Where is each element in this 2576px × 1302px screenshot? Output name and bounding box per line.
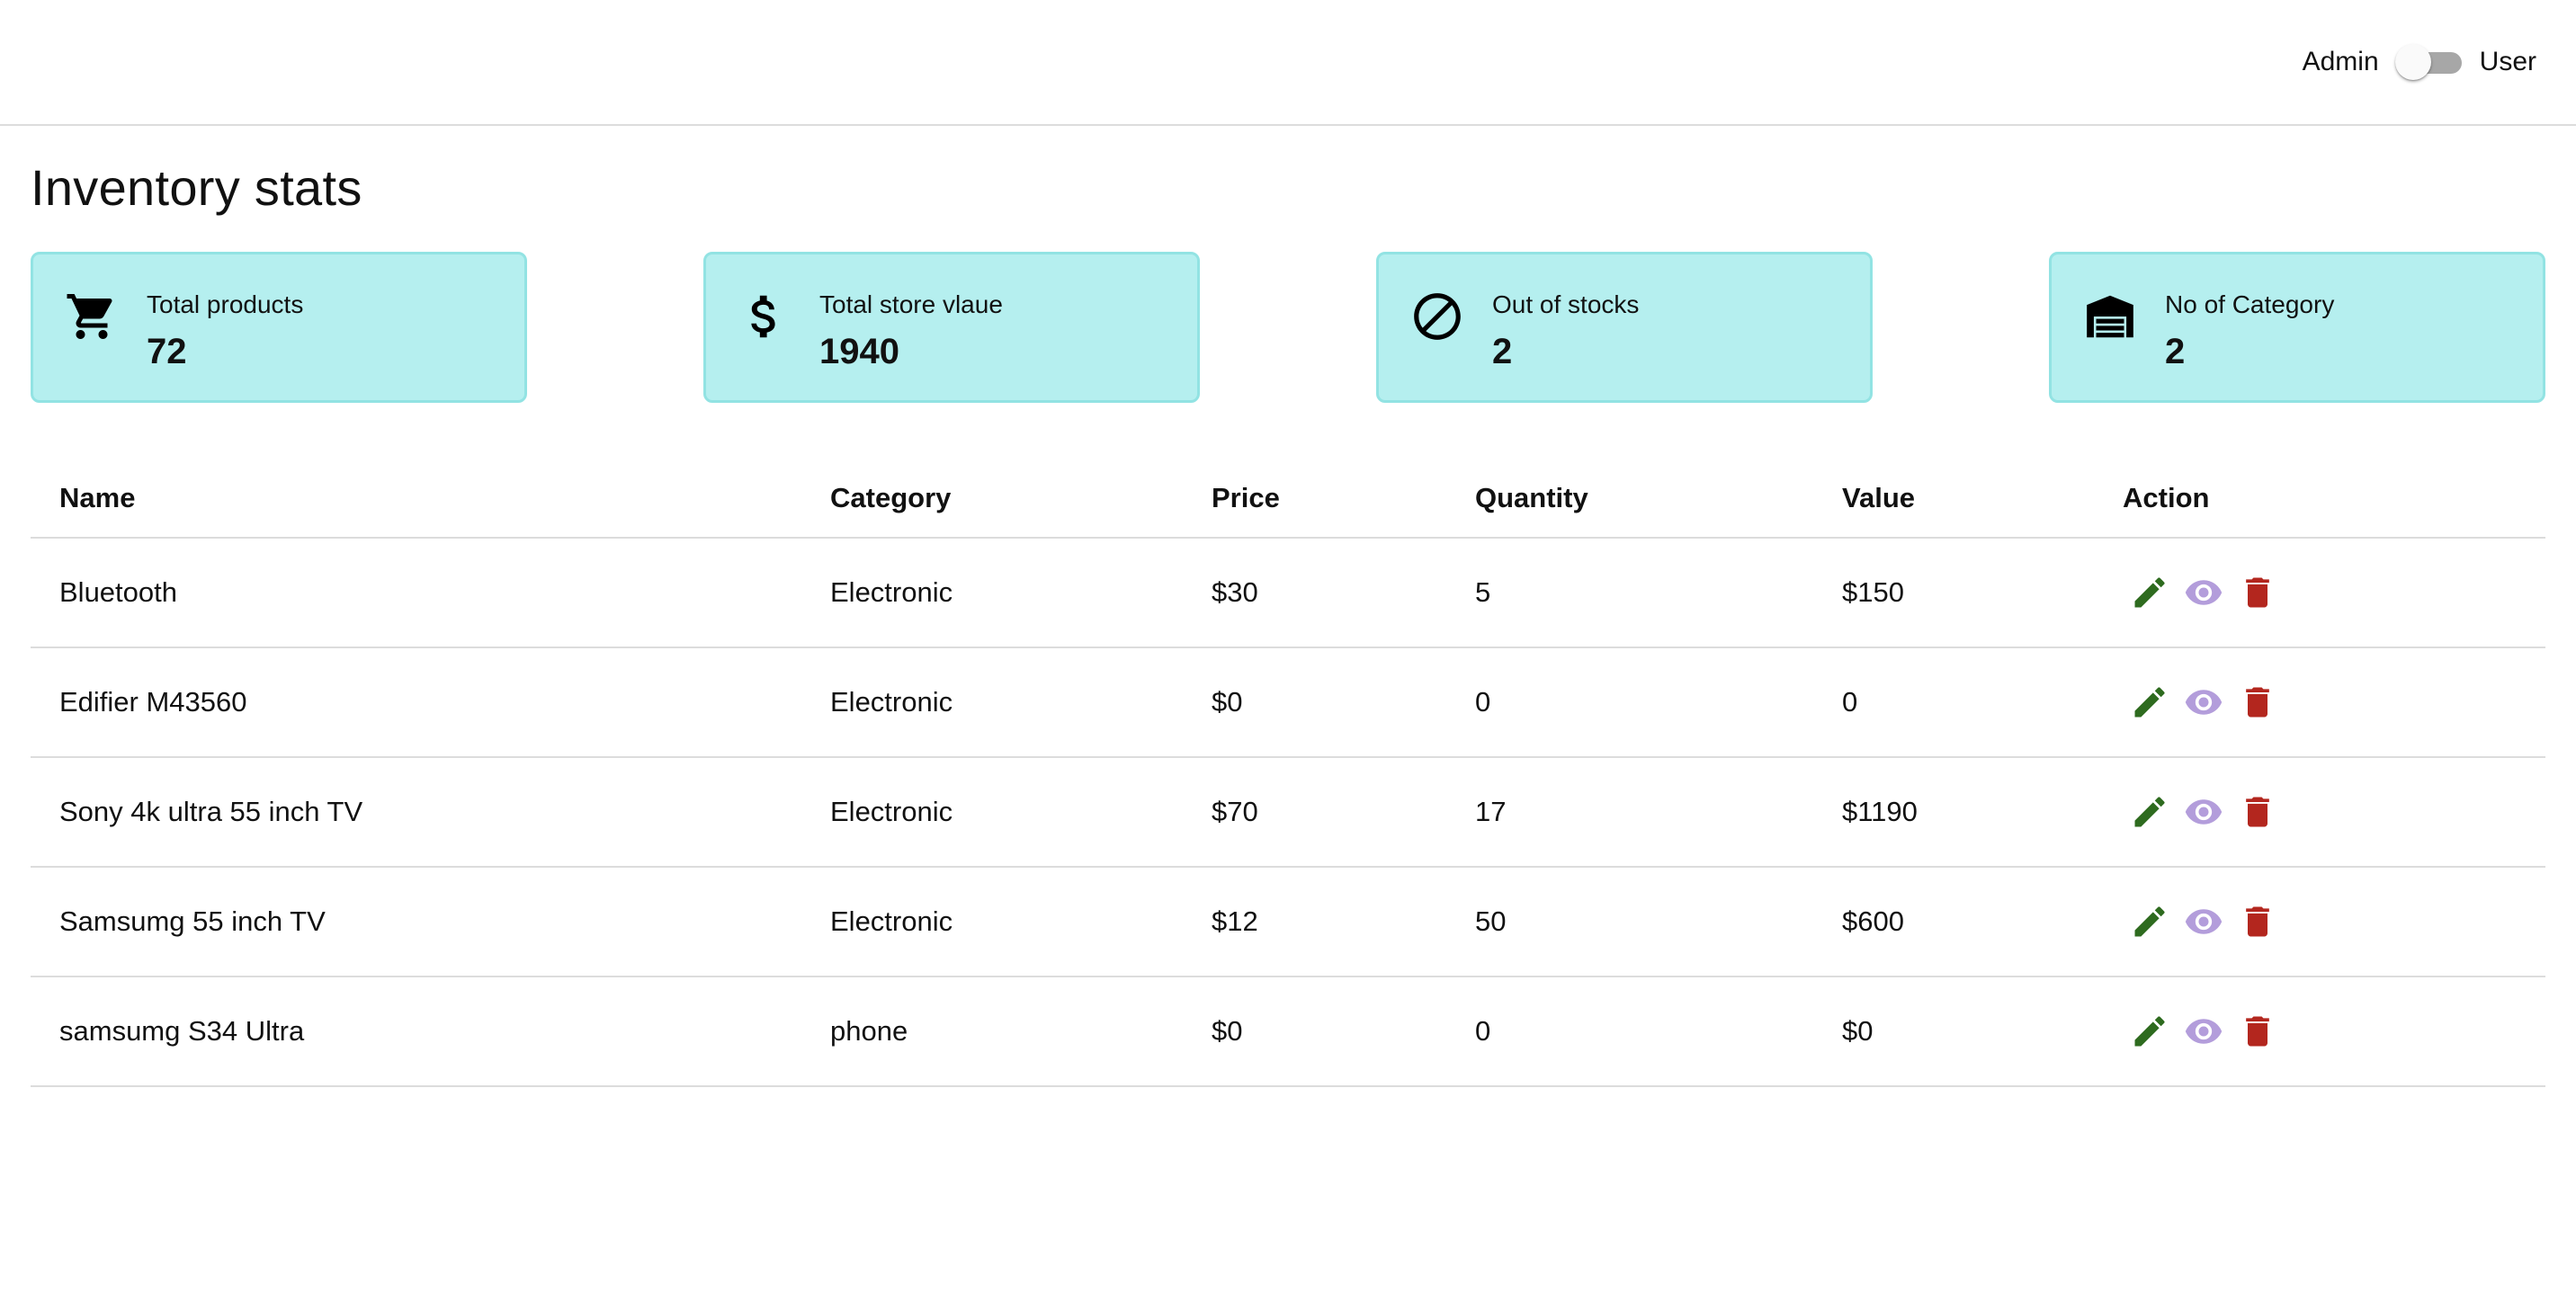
stat-label: Total store vlaue (819, 290, 1003, 318)
inventory-table: Name Category Price Quantity Value Actio… (31, 459, 2545, 1087)
row-actions (2123, 573, 2545, 612)
cell-name: Samsumg 55 inch TV (31, 867, 801, 977)
cell-name: Bluetooth (31, 538, 801, 648)
edit-icon[interactable] (2130, 792, 2169, 832)
stat-card-total-store-value: Total store vlaue 1940 (703, 252, 1200, 403)
cell-quantity: 5 (1446, 538, 1813, 648)
stat-card-total-products: Total products 72 (31, 252, 527, 403)
stat-value: 2 (2165, 332, 2186, 371)
cell-quantity: 17 (1446, 757, 1813, 868)
cell-category: Electronic (801, 867, 1183, 977)
delete-icon[interactable] (2238, 682, 2277, 722)
cell-value: $600 (1813, 867, 2094, 977)
cell-action (2094, 867, 2545, 977)
cell-category: phone (801, 976, 1183, 1087)
row-actions (2123, 792, 2545, 832)
cell-quantity: 50 (1446, 867, 1813, 977)
stat-value: 72 (147, 332, 187, 371)
table-header-row: Name Category Price Quantity Value Actio… (31, 459, 2545, 539)
cell-price: $70 (1183, 757, 1446, 868)
stat-value: 2 (1492, 332, 1513, 371)
cell-name: Sony 4k ultra 55 inch TV (31, 757, 801, 868)
toggle-thumb[interactable] (2394, 44, 2431, 80)
block-icon (1408, 287, 1467, 346)
view-icon[interactable] (2184, 573, 2223, 612)
edit-icon[interactable] (2130, 682, 2169, 722)
view-icon[interactable] (2184, 902, 2223, 941)
edit-icon[interactable] (2130, 573, 2169, 612)
top-bar: Admin User (0, 0, 2576, 126)
delete-icon[interactable] (2238, 792, 2277, 832)
cell-action (2094, 757, 2545, 868)
cell-category: Electronic (801, 757, 1183, 868)
cell-value: 0 (1813, 647, 2094, 758)
stat-label: Out of stocks (1492, 290, 1640, 318)
edit-icon[interactable] (2130, 902, 2169, 941)
user-label: User (2479, 47, 2536, 76)
cell-price: $12 (1183, 867, 1446, 977)
header-quantity: Quantity (1446, 459, 1813, 539)
cell-quantity: 0 (1446, 647, 1813, 758)
cell-action (2094, 976, 2545, 1087)
header-price: Price (1183, 459, 1446, 539)
cell-price: $30 (1183, 538, 1446, 648)
view-icon[interactable] (2184, 1012, 2223, 1051)
cell-value: $150 (1813, 538, 2094, 648)
cell-category: Electronic (801, 538, 1183, 648)
table-row: Sony 4k ultra 55 inch TV Electronic $70 … (31, 757, 2545, 868)
cell-value: $0 (1813, 976, 2094, 1087)
header-category: Category (801, 459, 1183, 539)
stat-value: 1940 (819, 332, 899, 371)
table-row: samsumg S34 Ultra phone $0 0 $0 (31, 976, 2545, 1087)
cell-price: $0 (1183, 647, 1446, 758)
delete-icon[interactable] (2238, 573, 2277, 612)
admin-label: Admin (2302, 47, 2379, 76)
table-row: Edifier M43560 Electronic $0 0 0 (31, 647, 2545, 758)
edit-icon[interactable] (2130, 1012, 2169, 1051)
table-row: Samsumg 55 inch TV Electronic $12 50 $60… (31, 867, 2545, 977)
role-toggle[interactable] (2394, 44, 2464, 80)
stat-label: Total products (147, 290, 304, 318)
page-title: Inventory stats (31, 159, 362, 216)
dollar-icon (735, 287, 794, 346)
row-actions (2123, 902, 2545, 941)
cell-name: samsumg S34 Ultra (31, 976, 801, 1087)
cell-name: Edifier M43560 (31, 647, 801, 758)
view-icon[interactable] (2184, 792, 2223, 832)
role-switch: Admin User (2303, 44, 2536, 80)
header-action: Action (2094, 459, 2545, 539)
view-icon[interactable] (2184, 682, 2223, 722)
row-actions (2123, 1012, 2545, 1051)
main-content: Inventory stats Total products 72 Total … (0, 158, 2576, 1087)
table-row: Bluetooth Electronic $30 5 $150 (31, 538, 2545, 648)
cell-category: Electronic (801, 647, 1183, 758)
cell-action (2094, 647, 2545, 758)
cell-quantity: 0 (1446, 976, 1813, 1087)
delete-icon[interactable] (2238, 902, 2277, 941)
header-name: Name (31, 459, 801, 539)
warehouse-icon (2080, 287, 2140, 346)
cell-action (2094, 538, 2545, 648)
stat-label: No of Category (2165, 290, 2335, 318)
cart-icon (62, 287, 121, 346)
stat-card-out-of-stocks: Out of stocks 2 (1376, 252, 1873, 403)
row-actions (2123, 682, 2545, 722)
stat-card-no-of-category: No of Category 2 (2049, 252, 2545, 403)
stats-row: Total products 72 Total store vlaue 1940… (31, 252, 2545, 403)
header-value: Value (1813, 459, 2094, 539)
cell-price: $0 (1183, 976, 1446, 1087)
cell-value: $1190 (1813, 757, 2094, 868)
delete-icon[interactable] (2238, 1012, 2277, 1051)
